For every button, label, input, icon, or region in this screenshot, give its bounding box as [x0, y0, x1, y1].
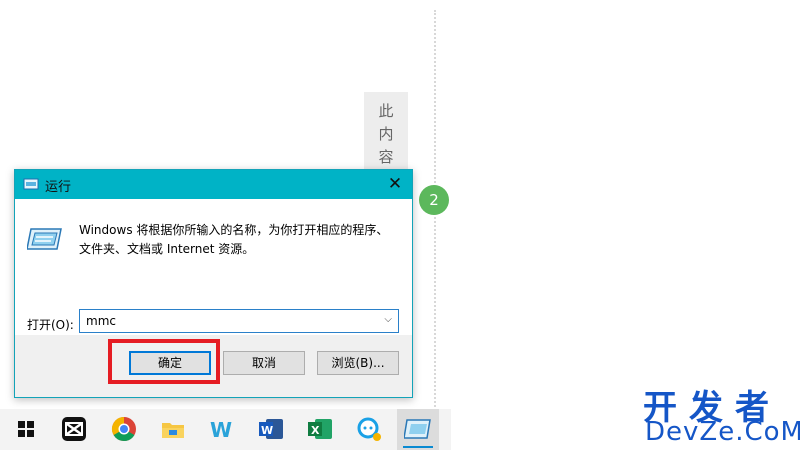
windows-start-icon[interactable]: [12, 415, 40, 443]
excel-icon[interactable]: X: [306, 415, 334, 443]
cancel-button[interactable]: 取消: [223, 351, 305, 375]
chat-app-icon[interactable]: [355, 415, 383, 443]
open-combobox[interactable]: mmc ⌵: [79, 309, 399, 333]
taskbar-run-item[interactable]: [397, 409, 439, 450]
chevron-down-icon[interactable]: ⌵: [384, 314, 392, 325]
close-icon: ✕: [387, 174, 403, 194]
chrome-icon[interactable]: [110, 415, 138, 443]
word-icon[interactable]: W: [257, 415, 285, 443]
open-label: 打开(O):: [27, 318, 74, 332]
dotted-divider: [434, 10, 436, 450]
wps-writer-icon[interactable]: W: [208, 415, 236, 443]
title-bar[interactable]: 运行 ✕: [15, 170, 412, 199]
dialog-title: 运行: [45, 180, 72, 195]
run-program-icon: [27, 228, 62, 250]
file-explorer-icon[interactable]: [159, 415, 187, 443]
run-small-icon: [23, 178, 39, 190]
svg-text:W: W: [261, 424, 273, 437]
highlight-box: [108, 339, 220, 384]
taskbar: W W X: [0, 409, 451, 450]
dialog-body: Windows 将根据你所输入的名称，为你打开相应的程序、 文件夹、文档或 In…: [15, 199, 412, 335]
svg-text:X: X: [311, 424, 320, 437]
active-indicator: [403, 446, 433, 448]
svg-text:W: W: [210, 418, 232, 442]
side-note-char: 此: [378, 102, 394, 120]
side-note: 此 内 容: [364, 92, 408, 172]
run-dialog-icon: [404, 419, 431, 439]
capcut-icon[interactable]: [60, 415, 88, 443]
watermark-en: DevZe.CoM: [645, 417, 800, 447]
open-input[interactable]: mmc: [86, 314, 116, 328]
close-button[interactable]: ✕: [378, 170, 412, 199]
description-line: 文件夹、文档或 Internet 资源。: [79, 242, 255, 256]
browse-button[interactable]: 浏览(B)...: [317, 351, 399, 375]
dialog-description: Windows 将根据你所输入的名称，为你打开相应的程序、 文件夹、文档或 In…: [79, 221, 399, 259]
side-note-char: 容: [378, 148, 394, 166]
step-badge: 2: [419, 185, 449, 215]
description-line: Windows 将根据你所输入的名称，为你打开相应的程序、: [79, 223, 389, 237]
side-note-char: 内: [378, 125, 394, 143]
